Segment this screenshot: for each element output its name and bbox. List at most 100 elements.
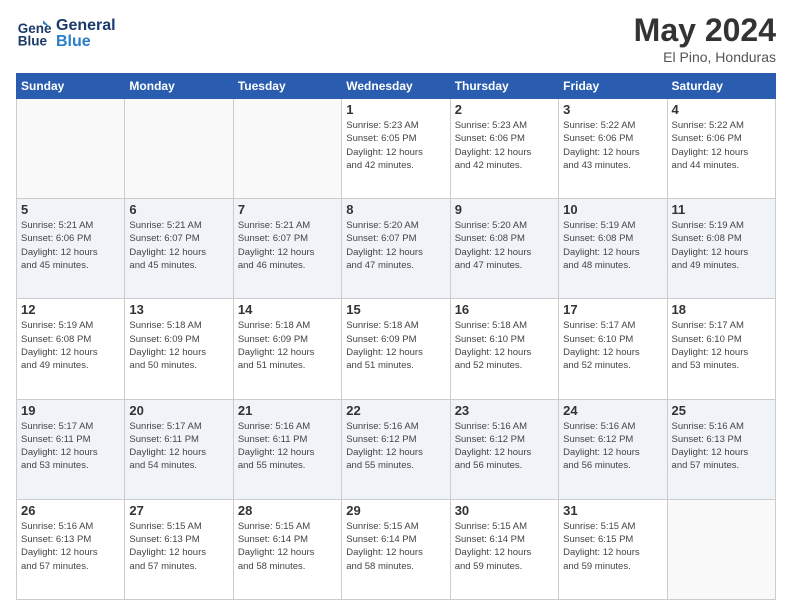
table-row: 15Sunrise: 5:18 AMSunset: 6:09 PMDayligh… xyxy=(342,299,450,399)
day-number: 19 xyxy=(21,403,120,418)
col-wednesday: Wednesday xyxy=(342,74,450,99)
logo-icon: General Blue xyxy=(16,13,52,49)
day-info: Sunrise: 5:20 AMSunset: 6:08 PMDaylight:… xyxy=(455,219,554,272)
day-info: Sunrise: 5:15 AMSunset: 6:15 PMDaylight:… xyxy=(563,520,662,573)
day-info: Sunrise: 5:16 AMSunset: 6:12 PMDaylight:… xyxy=(346,420,445,473)
calendar-table: Sunday Monday Tuesday Wednesday Thursday… xyxy=(16,73,776,600)
day-info: Sunrise: 5:15 AMSunset: 6:14 PMDaylight:… xyxy=(455,520,554,573)
day-info: Sunrise: 5:19 AMSunset: 6:08 PMDaylight:… xyxy=(21,319,120,372)
day-info: Sunrise: 5:18 AMSunset: 6:09 PMDaylight:… xyxy=(129,319,228,372)
logo-svg: General Blue xyxy=(56,12,136,50)
day-info: Sunrise: 5:23 AMSunset: 6:05 PMDaylight:… xyxy=(346,119,445,172)
table-row: 4 Sunrise: 5:22 AMSunset: 6:06 PMDaylight… xyxy=(667,99,775,199)
table-row: 31Sunrise: 5:15 AMSunset: 6:15 PMDayligh… xyxy=(559,499,667,599)
day-number: 20 xyxy=(129,403,228,418)
col-monday: Monday xyxy=(125,74,233,99)
day-info: Sunrise: 5:21 AMSunset: 6:06 PMDaylight:… xyxy=(21,219,120,272)
day-info: Sunrise: 5:16 AMSunset: 6:12 PMDaylight:… xyxy=(563,420,662,473)
table-row xyxy=(233,99,341,199)
table-row: 5 Sunrise: 5:21 AMSunset: 6:06 PMDaylight… xyxy=(17,199,125,299)
day-number: 2 xyxy=(455,102,554,117)
table-row: 20 Sunrise: 5:17 AMSunset: 6:11 PMDayligh… xyxy=(125,399,233,499)
day-info: Sunrise: 5:16 AMSunset: 6:13 PMDaylight:… xyxy=(21,520,120,573)
col-friday: Friday xyxy=(559,74,667,99)
table-row: 1Sunrise: 5:23 AMSunset: 6:05 PMDaylight… xyxy=(342,99,450,199)
col-saturday: Saturday xyxy=(667,74,775,99)
day-info: Sunrise: 5:21 AMSunset: 6:07 PMDaylight:… xyxy=(238,219,337,272)
day-number: 15 xyxy=(346,302,445,317)
day-number: 7 xyxy=(238,202,337,217)
day-info: Sunrise: 5:17 AMSunset: 6:10 PMDaylight:… xyxy=(672,319,771,372)
table-row: 23Sunrise: 5:16 AMSunset: 6:12 PMDayligh… xyxy=(450,399,558,499)
day-number: 10 xyxy=(563,202,662,217)
day-info: Sunrise: 5:22 AMSunset: 6:06 PMDaylight:… xyxy=(672,119,771,172)
table-row: 17Sunrise: 5:17 AMSunset: 6:10 PMDayligh… xyxy=(559,299,667,399)
table-row xyxy=(667,499,775,599)
day-number: 16 xyxy=(455,302,554,317)
table-row: 11 Sunrise: 5:19 AMSunset: 6:08 PMDayligh… xyxy=(667,199,775,299)
col-thursday: Thursday xyxy=(450,74,558,99)
table-row: 3Sunrise: 5:22 AMSunset: 6:06 PMDaylight… xyxy=(559,99,667,199)
day-info: Sunrise: 5:17 AMSunset: 6:10 PMDaylight:… xyxy=(563,319,662,372)
calendar-week-row: 19 Sunrise: 5:17 AMSunset: 6:11 PMDayligh… xyxy=(17,399,776,499)
month-title: May 2024 xyxy=(634,12,776,49)
table-row: 16 Sunrise: 5:18 AMSunset: 6:10 PMDayligh… xyxy=(450,299,558,399)
table-row xyxy=(125,99,233,199)
day-info: Sunrise: 5:18 AMSunset: 6:09 PMDaylight:… xyxy=(238,319,337,372)
table-row: 2 Sunrise: 5:23 AMSunset: 6:06 PMDaylight… xyxy=(450,99,558,199)
day-info: Sunrise: 5:17 AMSunset: 6:11 PMDaylight:… xyxy=(129,420,228,473)
table-row: 25 Sunrise: 5:16 AMSunset: 6:13 PMDayligh… xyxy=(667,399,775,499)
table-row: 10Sunrise: 5:19 AMSunset: 6:08 PMDayligh… xyxy=(559,199,667,299)
day-number: 13 xyxy=(129,302,228,317)
table-row: 28Sunrise: 5:15 AMSunset: 6:14 PMDayligh… xyxy=(233,499,341,599)
calendar-week-row: 26 Sunrise: 5:16 AMSunset: 6:13 PMDayligh… xyxy=(17,499,776,599)
day-number: 29 xyxy=(346,503,445,518)
table-row: 19Sunrise: 5:17 AMSunset: 6:11 PMDayligh… xyxy=(17,399,125,499)
day-info: Sunrise: 5:15 AMSunset: 6:13 PMDaylight:… xyxy=(129,520,228,573)
day-info: Sunrise: 5:15 AMSunset: 6:14 PMDaylight:… xyxy=(238,520,337,573)
day-number: 4 xyxy=(672,102,771,117)
day-number: 14 xyxy=(238,302,337,317)
table-row: 27 Sunrise: 5:15 AMSunset: 6:13 PMDayligh… xyxy=(125,499,233,599)
table-row: 6Sunrise: 5:21 AMSunset: 6:07 PMDaylight… xyxy=(125,199,233,299)
day-number: 6 xyxy=(129,202,228,217)
day-info: Sunrise: 5:16 AMSunset: 6:13 PMDaylight:… xyxy=(672,420,771,473)
day-number: 27 xyxy=(129,503,228,518)
table-row: 18Sunrise: 5:17 AMSunset: 6:10 PMDayligh… xyxy=(667,299,775,399)
col-tuesday: Tuesday xyxy=(233,74,341,99)
table-row: 21 Sunrise: 5:16 AMSunset: 6:11 PMDayligh… xyxy=(233,399,341,499)
day-number: 12 xyxy=(21,302,120,317)
svg-text:Blue: Blue xyxy=(56,33,91,50)
table-row: 22 Sunrise: 5:16 AMSunset: 6:12 PMDayligh… xyxy=(342,399,450,499)
location: El Pino, Honduras xyxy=(634,49,776,65)
table-row: 13 Sunrise: 5:18 AMSunset: 6:09 PMDayligh… xyxy=(125,299,233,399)
table-row: 24Sunrise: 5:16 AMSunset: 6:12 PMDayligh… xyxy=(559,399,667,499)
day-info: Sunrise: 5:22 AMSunset: 6:06 PMDaylight:… xyxy=(563,119,662,172)
day-number: 9 xyxy=(455,202,554,217)
table-row: 7 Sunrise: 5:21 AMSunset: 6:07 PMDaylight… xyxy=(233,199,341,299)
day-number: 30 xyxy=(455,503,554,518)
day-number: 26 xyxy=(21,503,120,518)
day-number: 5 xyxy=(21,202,120,217)
day-info: Sunrise: 5:16 AMSunset: 6:11 PMDaylight:… xyxy=(238,420,337,473)
day-number: 22 xyxy=(346,403,445,418)
day-info: Sunrise: 5:23 AMSunset: 6:06 PMDaylight:… xyxy=(455,119,554,172)
table-row: 12 Sunrise: 5:19 AMSunset: 6:08 PMDayligh… xyxy=(17,299,125,399)
day-info: Sunrise: 5:19 AMSunset: 6:08 PMDaylight:… xyxy=(672,219,771,272)
day-info: Sunrise: 5:18 AMSunset: 6:10 PMDaylight:… xyxy=(455,319,554,372)
header: General Blue General Blue May 2024 El Pi… xyxy=(16,12,776,65)
table-row: 30 Sunrise: 5:15 AMSunset: 6:14 PMDayligh… xyxy=(450,499,558,599)
svg-text:Blue: Blue xyxy=(18,33,48,48)
table-row: 26 Sunrise: 5:16 AMSunset: 6:13 PMDayligh… xyxy=(17,499,125,599)
calendar-week-row: 1Sunrise: 5:23 AMSunset: 6:05 PMDaylight… xyxy=(17,99,776,199)
day-number: 21 xyxy=(238,403,337,418)
day-number: 23 xyxy=(455,403,554,418)
table-row: 29 Sunrise: 5:15 AMSunset: 6:14 PMDayligh… xyxy=(342,499,450,599)
table-row: 9 Sunrise: 5:20 AMSunset: 6:08 PMDaylight… xyxy=(450,199,558,299)
title-block: May 2024 El Pino, Honduras xyxy=(634,12,776,65)
calendar-week-row: 5 Sunrise: 5:21 AMSunset: 6:06 PMDaylight… xyxy=(17,199,776,299)
day-info: Sunrise: 5:15 AMSunset: 6:14 PMDaylight:… xyxy=(346,520,445,573)
day-number: 25 xyxy=(672,403,771,418)
col-sunday: Sunday xyxy=(17,74,125,99)
day-number: 11 xyxy=(672,202,771,217)
